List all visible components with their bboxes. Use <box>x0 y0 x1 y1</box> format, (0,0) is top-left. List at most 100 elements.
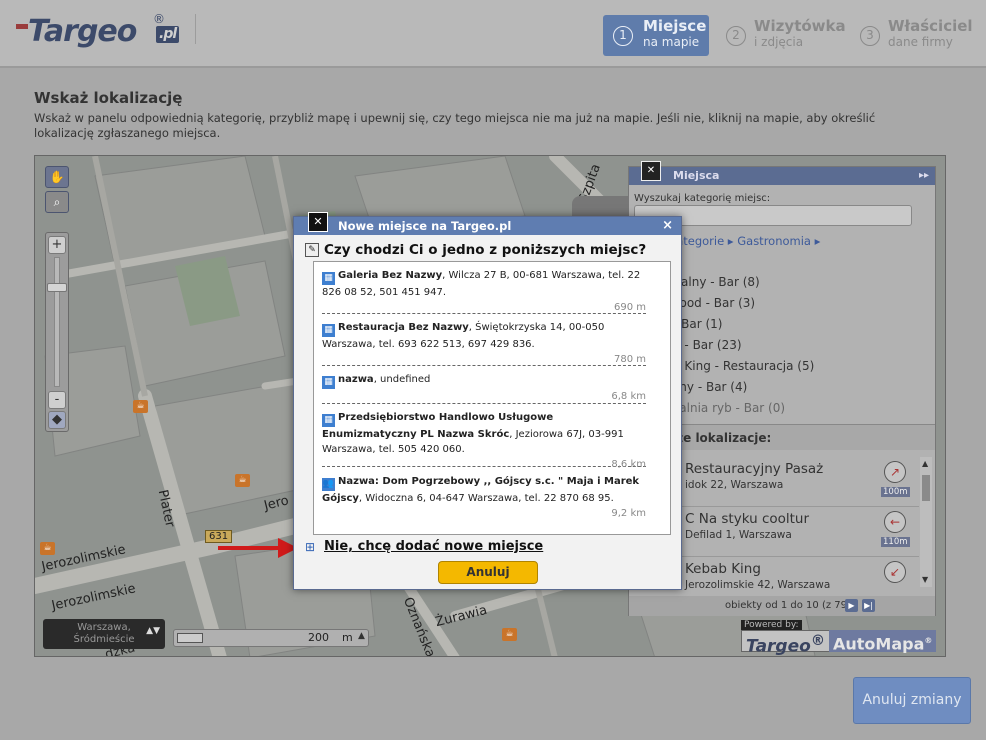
results-pager: obiekty od 1 do 10 (z 79) ▶ ▶| <box>629 596 935 616</box>
scale-bar: 200 m ▲ <box>173 629 369 647</box>
powered-by: Powered by: Targeo® AutoMapa® <box>741 620 937 656</box>
place-flag-icon: ✕ <box>308 212 328 232</box>
list-item[interactable]: 👥 Nazwa: Dom Pogrzebowy ,, Gójscy s.c. " … <box>322 474 646 532</box>
pan-tool-icon[interactable]: ✋ <box>45 166 69 188</box>
next-page-icon[interactable]: ▶ <box>845 599 858 612</box>
category-item[interactable]: b - Bar (23) <box>673 338 742 352</box>
place-distance: 6,8 km <box>611 391 646 402</box>
building-icon: ▦ <box>322 414 335 427</box>
step-number: 1 <box>613 26 633 46</box>
category-item[interactable]: b King - Restauracja (5) <box>673 359 814 373</box>
powered-targeo-logo[interactable]: Targeo® <box>741 630 830 656</box>
red-arrow-icon <box>218 538 298 558</box>
ruler-icon <box>177 633 203 643</box>
scroll-down-icon[interactable]: ▼ <box>922 575 928 584</box>
header-separator <box>195 14 196 44</box>
direction-arrow-icon: ↙ <box>884 561 906 583</box>
category-item[interactable]: italny - Bar (8) <box>673 275 760 289</box>
building-icon: ▦ <box>322 324 335 337</box>
restaurant-poi-icon[interactable]: ☕ <box>502 628 517 641</box>
list-item[interactable]: ▦ nazwa, undefined 6,8 km <box>322 372 646 404</box>
result-distance: 100m <box>881 487 910 497</box>
place-name: nazwa <box>338 374 374 385</box>
location-arrow-icon: ▲▼ <box>146 626 160 636</box>
scale-toggle-icon[interactable]: ▲ <box>358 631 365 641</box>
close-icon[interactable]: × <box>662 217 673 235</box>
powered-targeo-reg: ® <box>810 633 825 649</box>
zoom-control: + - ◆ <box>45 232 69 432</box>
page-instructions: Wskaż w panelu odpowiednią kategorię, pr… <box>34 111 876 140</box>
step-title: Miejsce <box>643 17 707 35</box>
revert-changes-button[interactable]: Anuluj zmiany <box>853 677 971 724</box>
scroll-up-icon[interactable]: ▲ <box>922 459 928 468</box>
place-details: , undefined <box>373 374 431 385</box>
building-icon: ▦ <box>322 272 335 285</box>
list-item[interactable]: ▦ Przedsiębiorstwo Handlowo Usługowe Enum… <box>322 410 646 470</box>
zoom-slider-thumb[interactable] <box>47 283 67 292</box>
step-title: Właściciel <box>888 17 973 35</box>
places-panel-title: Miejsca <box>673 169 720 182</box>
place-flag-icon: ✕ <box>641 161 661 181</box>
logo-suffix: .pl <box>156 26 180 43</box>
category-breadcrumb[interactable]: e kategorie ▸ Gastronomia ▸ <box>659 234 820 248</box>
step-subtitle: na mapie <box>643 35 700 49</box>
restaurant-poi-icon[interactable]: ☕ <box>40 542 55 555</box>
add-new-place-link[interactable]: Nie, chcę dodać nowe miejsce <box>324 539 543 554</box>
result-address: Defilad 1, Warszawa <box>685 529 792 541</box>
powered-automapa-logo[interactable]: AutoMapa® <box>829 630 937 654</box>
powered-automapa-reg: ® <box>924 636 933 645</box>
scale-value: 200 <box>308 631 329 644</box>
place-distance: 690 m <box>613 302 646 313</box>
powered-by-label: Powered by: <box>741 620 802 630</box>
zoom-slider-track[interactable] <box>54 257 60 387</box>
place-distance: 8,6 km <box>611 459 646 470</box>
zoom-in-button[interactable]: + <box>48 236 66 254</box>
category-item[interactable]: zny - Bar (4) <box>673 380 747 394</box>
step-subtitle: i zdjęcia <box>754 35 804 49</box>
step-1-location[interactable]: 1 Miejsce na mapie <box>603 15 709 56</box>
edit-document-icon: ✎ <box>305 243 319 257</box>
collapse-panel-icon[interactable]: ▸▸ <box>919 167 929 185</box>
list-item[interactable]: ▦ Restauracja Bez Nazwy, Świętokrzyska 14… <box>322 320 646 366</box>
country-map-icon[interactable]: ◆ <box>48 411 66 429</box>
restaurant-poi-icon[interactable]: ☕ <box>235 474 250 487</box>
results-scrollbar[interactable]: ▲ ▼ <box>920 457 932 587</box>
powered-automapa-text: AutoMapa <box>833 634 925 654</box>
list-item[interactable]: ▦ Galeria Bez Nazwy, Wilcza 27 B, 00-681 … <box>322 268 646 314</box>
zoom-area-icon[interactable]: ⌕ <box>45 191 69 213</box>
location-selector[interactable]: Warszawa, Śródmieście ▲▼ <box>43 619 165 649</box>
place-distance: 9,2 km <box>611 508 646 519</box>
direction-arrow-icon: ↗ <box>884 461 906 483</box>
direction-arrow-icon: ← <box>884 511 906 533</box>
place-details: , Widoczna 6, 04-647 Warszawa, tel. 22 8… <box>358 493 614 504</box>
step-3-owner[interactable]: 3 Właściciel dane firmy <box>850 15 973 56</box>
places-panel-header: ✕ Miejsca ▸▸ <box>629 161 935 185</box>
cancel-button[interactable]: Anuluj <box>438 561 538 584</box>
header: Targeo ® .pl 1 Miejsce na mapie 2 Wizytó… <box>0 0 986 68</box>
place-name: Restauracja Bez Nazwy <box>338 322 469 333</box>
category-item[interactable]: zalnia ryb - Bar (0) <box>673 401 785 415</box>
logo-reg: ® <box>153 12 165 26</box>
step-2-card[interactable]: 2 Wizytówka i zdjęcia <box>716 15 846 56</box>
page-title: Wskaż lokalizację <box>34 89 183 107</box>
category-item[interactable]: Food - Bar (3) <box>673 296 755 310</box>
add-place-icon: ⊞ <box>305 540 316 554</box>
matching-places-list: ▦ Galeria Bez Nazwy, Wilcza 27 B, 00-681 … <box>313 261 671 535</box>
dialog-header: ✕ Nowe miejsce na Targeo.pl × <box>294 212 681 235</box>
place-distance: 780 m <box>613 354 646 365</box>
place-name: Galeria Bez Nazwy <box>338 270 443 281</box>
scroll-thumb[interactable] <box>922 475 930 501</box>
logo-text: Targeo <box>28 14 137 49</box>
result-distance: 110m <box>881 537 910 547</box>
restaurant-poi-icon[interactable]: ☕ <box>133 400 148 413</box>
result-name: C Na styku cooltur <box>685 511 810 527</box>
result-name: Kebab King <box>685 561 761 577</box>
dialog-question: Czy chodzi Ci o jedno z poniższych miejs… <box>324 242 647 258</box>
building-icon: ▦ <box>322 376 335 389</box>
zoom-out-button[interactable]: - <box>48 391 66 409</box>
result-name: Restauracyjny Pasaż <box>685 461 824 477</box>
dialog-title: Nowe miejsce na Targeo.pl <box>338 219 512 233</box>
step-title: Wizytówka <box>754 17 846 35</box>
last-page-icon[interactable]: ▶| <box>862 599 875 612</box>
step-subtitle: dane firmy <box>888 35 953 49</box>
